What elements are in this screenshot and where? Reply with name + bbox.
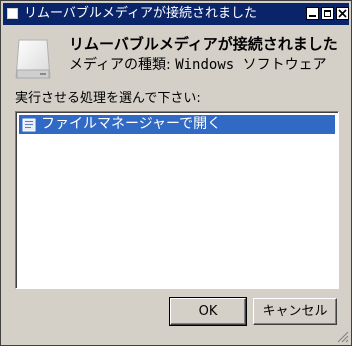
close-icon[interactable] — [336, 7, 349, 20]
list-item-open-file-manager[interactable]: ファイルマネージャーで開く — [19, 115, 335, 134]
list-item-label: ファイルマネージャーで開く — [41, 116, 222, 132]
window-menu-icon[interactable] — [7, 8, 18, 19]
media-type-label: メディアの種類: — [69, 57, 171, 73]
resize-grip-icon[interactable] — [337, 331, 349, 343]
window-title: リムーバブルメディアが接続されました — [24, 6, 257, 21]
ok-button[interactable]: OK — [169, 297, 247, 326]
cancel-button[interactable]: キャンセル — [253, 298, 337, 325]
action-list[interactable]: ファイルマネージャーで開く — [15, 111, 339, 289]
minimize-icon[interactable] — [306, 7, 319, 20]
action-prompt: 実行させる処理を選んで下さい: — [15, 91, 201, 106]
media-type-value: Windows ソフトウェア — [175, 57, 327, 73]
dialog-window: リムーバブルメディアが接続されました リムーバブルメディアが接続されました メデ… — [0, 0, 352, 346]
file-manager-icon — [22, 118, 36, 132]
title-bar[interactable]: リムーバブルメディアが接続されました — [3, 3, 349, 25]
media-type: メディアの種類: Windows ソフトウェア — [69, 56, 327, 74]
dialog-heading: リムーバブルメディアが接続されました — [69, 35, 338, 53]
removable-drive-icon — [15, 39, 51, 79]
maximize-icon[interactable] — [321, 7, 334, 20]
